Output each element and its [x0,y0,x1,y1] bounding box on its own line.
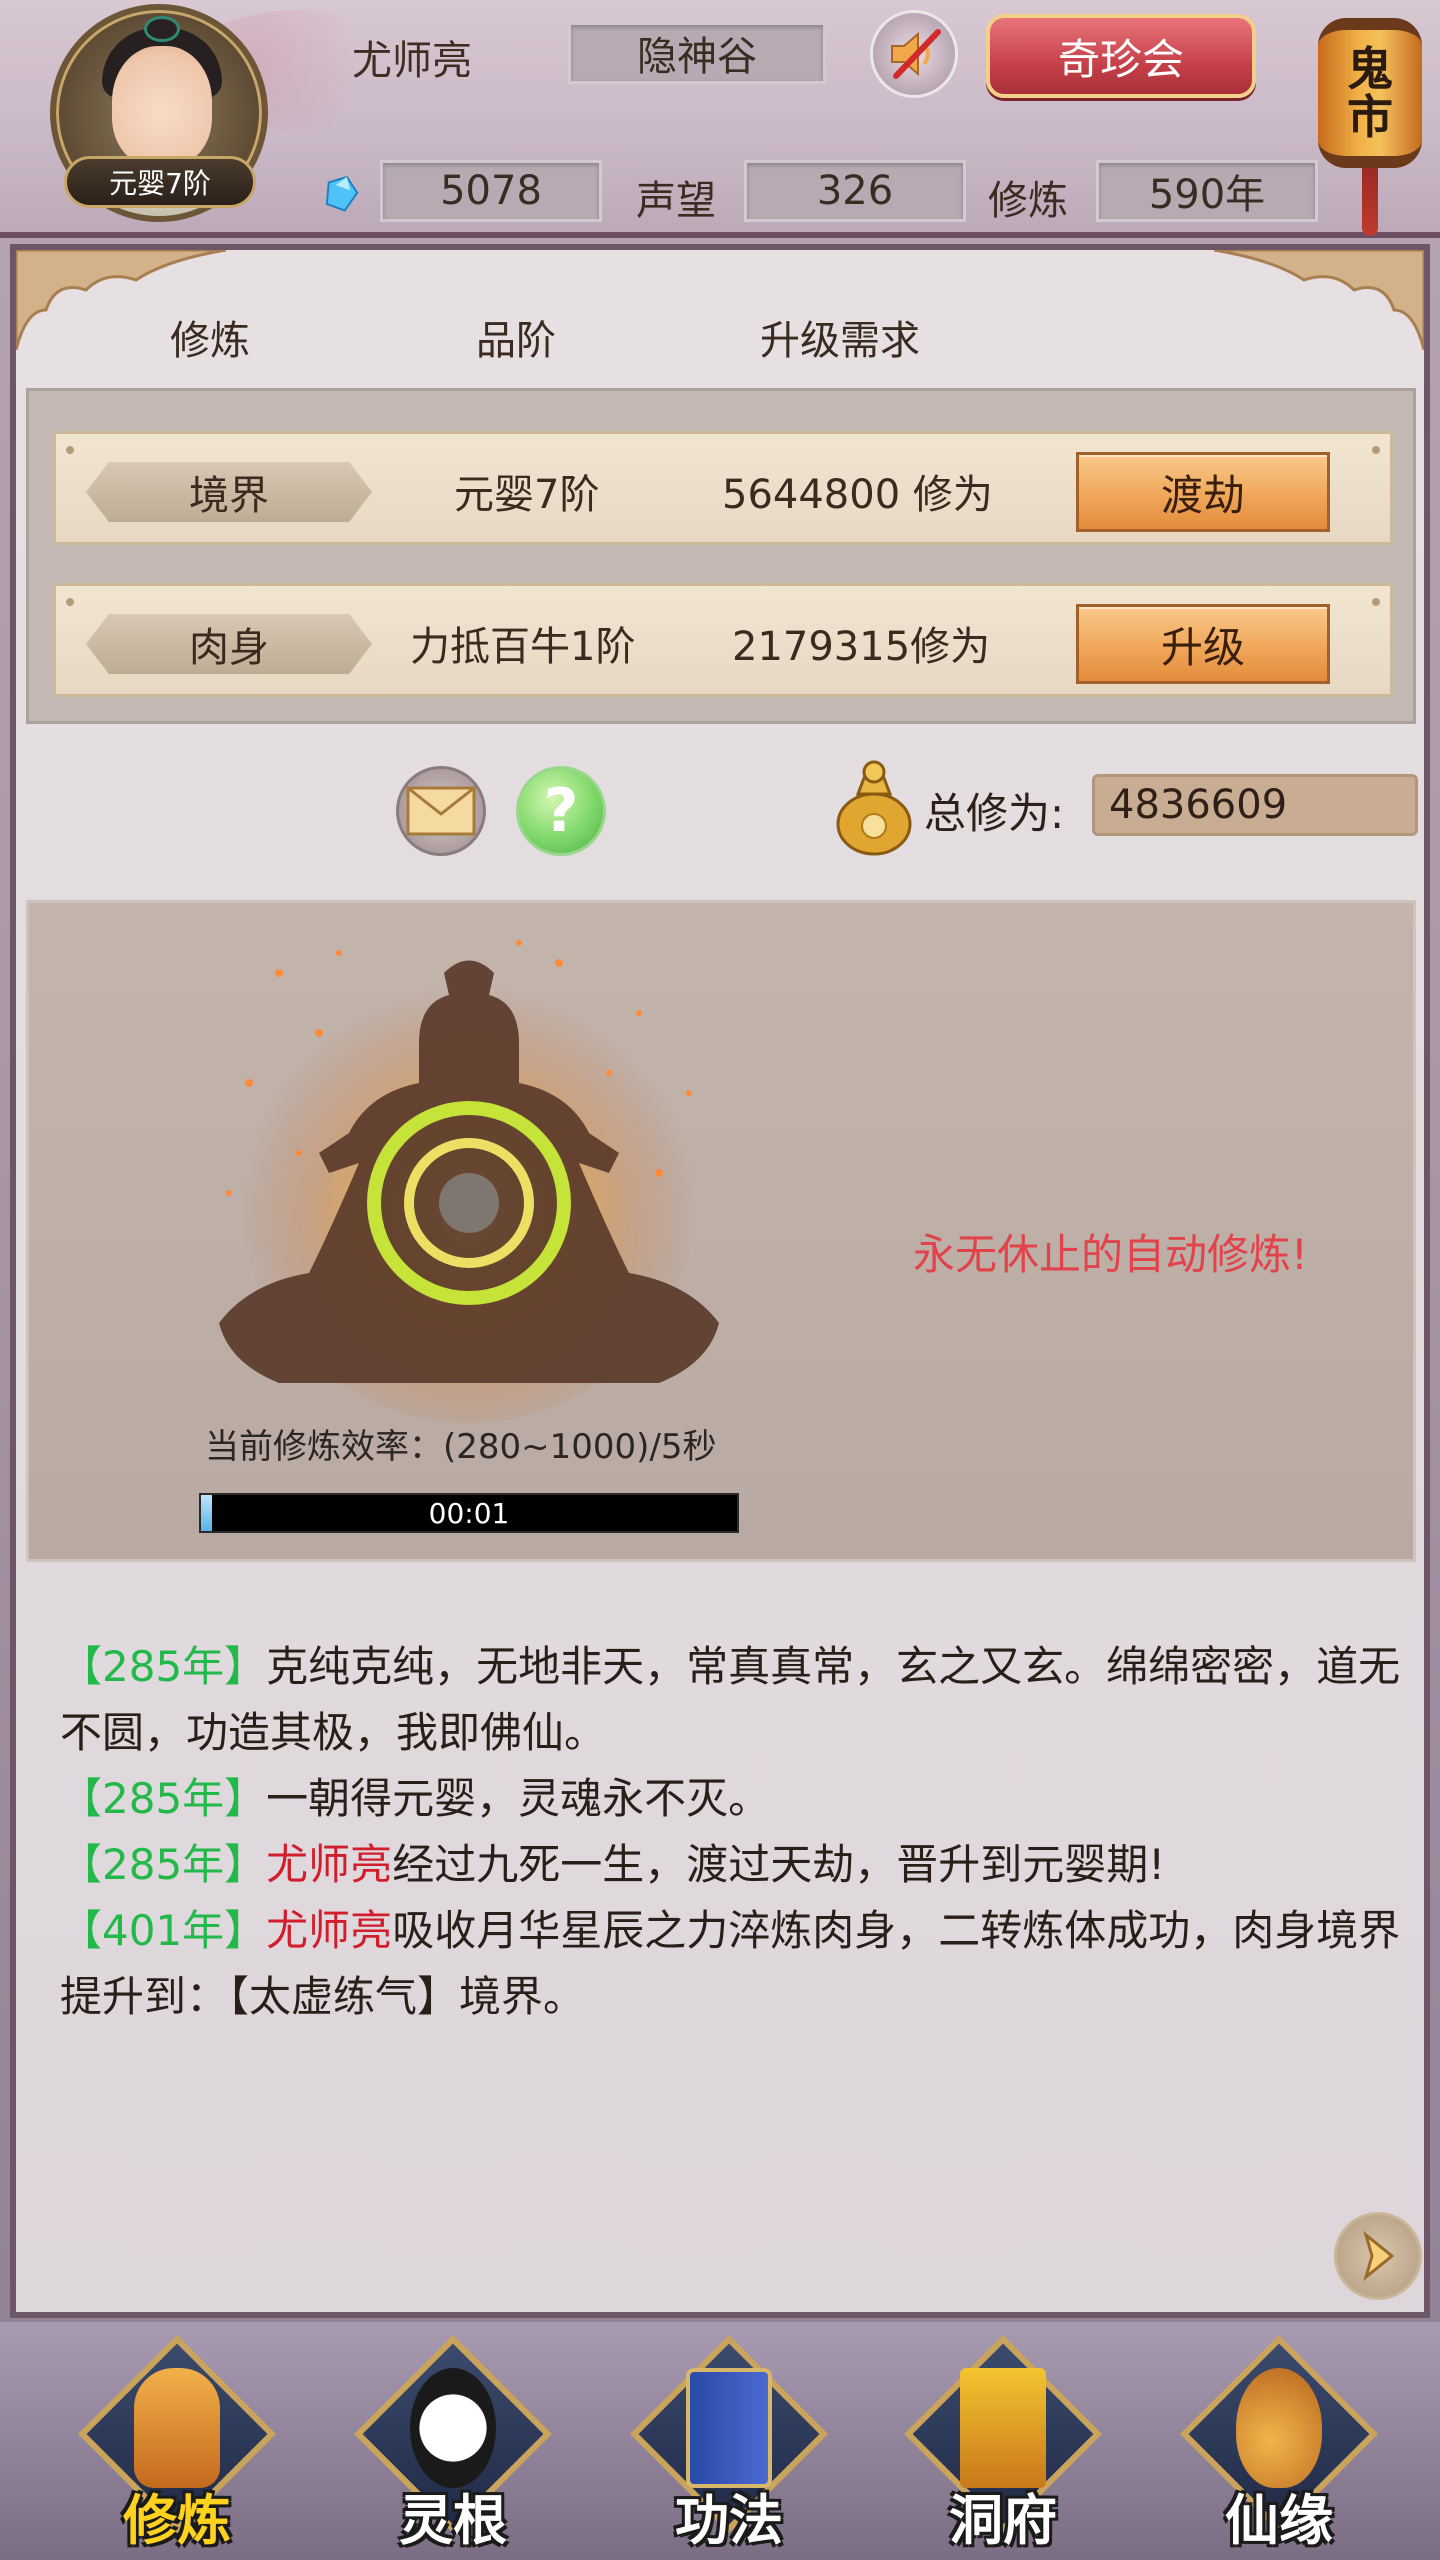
spirit-root-icon [410,2368,496,2488]
cultivation-panel: 修炼 品阶 升级需求 境界 元婴7阶 5644800 修为 渡劫 肉身 力抵百牛… [10,244,1430,2318]
log-entry: 【285年】克纯克纯，无地非天，常真真常，玄之又玄。绵绵密密，道无不圆，功造其极… [60,1634,1410,1766]
log-year: 【401年】 [60,1906,267,1955]
chevron-right-icon [1363,2231,1395,2281]
auto-cultivation-box: 当前修炼效率：(280~1000)/5秒 00:01 永无休止的自动修炼! [26,900,1416,1562]
money-bag-icon [836,760,912,856]
help-button[interactable]: ? [516,766,606,856]
tribulation-button[interactable]: 渡劫 [1076,452,1330,532]
next-page-button[interactable] [1334,2212,1422,2300]
prestige-label: 声望 [636,178,716,224]
body-level: 力抵百牛1阶 [410,624,636,670]
body-upgrade-button[interactable]: 升级 [1076,604,1330,684]
cultivation-rate-text: 当前修炼效率：(280~1000)/5秒 [205,1427,717,1467]
realm-requirement-row: 境界 元婴7阶 5644800 修为 渡劫 [53,431,1393,545]
body-requirement-row: 肉身 力抵百牛1阶 2179315修为 升级 [53,583,1393,697]
log-year: 【285年】 [60,1774,267,1823]
envelope-icon [406,786,476,836]
log-name: 尤师亮 [266,1840,393,1889]
total-cultivation-label: 总修为: [924,789,1065,838]
log-text: 一朝得元婴，灵魂永不灭。 [266,1774,771,1823]
spirit-stone-icon [325,175,359,212]
log-entry: 【285年】尤师亮经过九死一生，渡过天劫，晋升到元婴期! [60,1832,1410,1898]
nav-spirit-root[interactable]: 灵根 [348,2335,558,2554]
treasure-auction-button[interactable]: 奇珍会 [986,14,1256,98]
cultivation-log: 【285年】克纯克纯，无地非天，常真真常，玄之又玄。绵绵密密，道无不圆，功造其极… [60,1634,1410,2030]
avatar-hair-bun [144,16,180,42]
realm-level: 元婴7阶 [454,472,600,518]
nav-label: 灵根 [399,2489,507,2552]
cave-residence-icon [960,2368,1046,2488]
nav-label: 功法 [675,2489,783,2552]
body-cost: 2179315修为 [732,624,991,670]
cultivation-label: 修炼 [988,178,1068,224]
log-entry: 【401年】尤师亮吸收月华星辰之力淬炼肉身，二转炼体成功，肉身境界提升到：【太虚… [60,1898,1410,2030]
bottom-navigation: 修炼 灵根 功法 洞府 仙缘 [0,2322,1440,2560]
nav-cultivation[interactable]: 修炼 [72,2335,282,2554]
speaker-muted-icon [891,29,941,79]
technique-book-icon [686,2368,772,2488]
ghost-market-char-1: 鬼 [1347,41,1393,96]
avatar-face [112,46,212,166]
cloud-ornament-right [1214,250,1424,350]
cultivation-progress-bar: 00:01 [199,1493,739,1533]
log-entry: 【285年】一朝得元婴，灵魂永不灭。 [60,1766,1410,1832]
cultivation-years-value: 590年 [1096,160,1318,222]
realm-badge: 元婴7阶 [64,156,256,208]
auto-cultivation-text: 永无休止的自动修炼! [913,1230,1308,1279]
ghost-market-char-2: 市 [1347,90,1393,144]
upgrade-requirements-box: 境界 元婴7阶 5644800 修为 渡劫 肉身 力抵百牛1阶 2179315修… [26,388,1416,724]
ghost-market-button[interactable]: 鬼 市 [1318,0,1422,236]
realm-cost: 5644800 修为 [722,472,993,518]
meditation-icon [134,2368,220,2488]
nav-cave-residence[interactable]: 洞府 [898,2335,1108,2554]
nav-label: 洞府 [949,2489,1057,2552]
total-cultivation-value: 4836609 [1092,774,1418,836]
body-tag: 肉身 [86,614,372,674]
top-status-bar: 元婴7阶 尤师亮 隐神谷 奇珍会 鬼 市 5078 声望 326 修炼 590年 [0,0,1440,238]
realm-tag: 境界 [86,462,372,522]
lantern-tassel [1362,168,1378,236]
spirit-stones-value: 5078 [380,160,602,222]
lantern-icon: 鬼 市 [1318,18,1422,168]
column-header-requirement: 升级需求 [760,318,920,364]
mail-button[interactable] [396,766,486,856]
player-name: 尤师亮 [352,38,472,84]
log-text: 经过九死一生，渡过天劫，晋升到元婴期! [392,1840,1166,1889]
log-year: 【285年】 [60,1840,267,1889]
sound-toggle-button[interactable] [870,10,958,98]
log-name: 尤师亮 [266,1906,393,1955]
location-field: 隐神谷 [568,22,826,84]
question-mark-icon: ? [543,776,579,846]
meditating-figure-icon [219,940,719,1423]
column-header-cultivation: 修炼 [170,318,250,364]
column-header-grade: 品阶 [476,318,556,364]
nav-label: 仙缘 [1225,2489,1333,2552]
nav-immortal-fate[interactable]: 仙缘 [1174,2335,1384,2554]
immortal-gourd-icon [1236,2368,1322,2488]
nav-technique[interactable]: 功法 [624,2335,834,2554]
log-year: 【285年】 [60,1642,267,1691]
prestige-value: 326 [744,160,966,222]
progress-time: 00:01 [428,1496,510,1530]
nav-label: 修炼 [123,2489,231,2552]
